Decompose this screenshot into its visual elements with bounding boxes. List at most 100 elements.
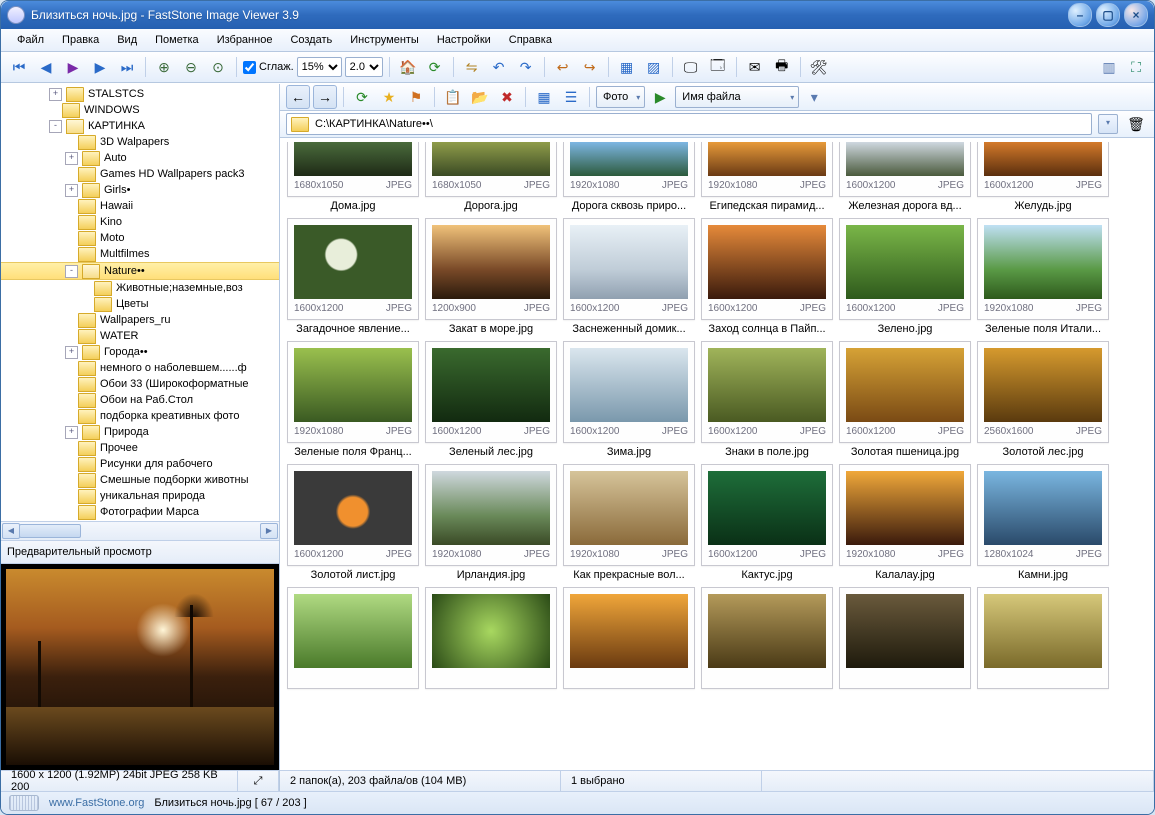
filter-go-icon[interactable]: ▶ [648, 85, 672, 109]
thumbnail[interactable]: 1920x1080JPEGИрландия.jpg [426, 464, 556, 581]
tree-node[interactable]: Смешные подборки животны [1, 472, 279, 488]
scroll-left-button[interactable]: ◀ [2, 523, 20, 539]
tree-node[interactable]: Цветы [1, 296, 279, 312]
favorite-icon[interactable]: ★ [377, 85, 401, 109]
expand-toggle[interactable]: - [65, 265, 78, 278]
thumbnail[interactable] [840, 587, 970, 692]
thumbnail[interactable]: 1600x1200JPEGЖелудь.jpg [978, 142, 1108, 212]
tree-node[interactable]: Moto [1, 230, 279, 246]
thumbnail[interactable]: 1920x1080JPEGДорога сквозь приро... [564, 142, 694, 212]
thumbnail[interactable] [702, 587, 832, 692]
sort-dir-icon[interactable]: ▾ [802, 85, 826, 109]
thumbnail[interactable]: 1920x1080JPEGКак прекрасные вол... [564, 464, 694, 581]
menu-Пометка[interactable]: Пометка [147, 32, 207, 48]
thumbnail[interactable]: 1680x1050JPEGДома.jpg [288, 142, 418, 212]
path-input[interactable] [313, 117, 1087, 131]
thumbnail[interactable]: 1600x1200JPEGЗолотая пшеница.jpg [840, 341, 970, 458]
tree-node[interactable]: +Auto [1, 150, 279, 166]
nav-fwd-button[interactable]: → [313, 85, 337, 109]
expand-toggle[interactable]: + [65, 346, 78, 359]
thumbnail[interactable]: 1920x1080JPEGКалалау.jpg [840, 464, 970, 581]
path-field[interactable] [286, 113, 1092, 135]
undo-icon[interactable]: ↩ [551, 55, 575, 79]
rotate-cw-icon[interactable]: ↷ [514, 55, 538, 79]
prev-button[interactable]: ◀ [34, 55, 58, 79]
refresh-icon[interactable]: ⟳ [423, 55, 447, 79]
tree-node[interactable]: -КАРТИНКА [1, 118, 279, 134]
move-to-icon[interactable]: 📂 [468, 85, 492, 109]
fullscreen-icon[interactable]: ⛶ [1124, 55, 1148, 79]
view-thumbs-icon[interactable]: ▦ [532, 85, 556, 109]
tree-node[interactable]: -Nature•• [1, 262, 279, 280]
thumbnail[interactable]: 1600x1200JPEGЗеленый лес.jpg [426, 341, 556, 458]
tree-node[interactable]: +STALSTCS [1, 86, 279, 102]
tree-node[interactable]: Прочее [1, 440, 279, 456]
thumbnail[interactable]: 1280x1024JPEGКамни.jpg [978, 464, 1108, 581]
thumbnail[interactable]: 1600x1200JPEGЗима.jpg [564, 341, 694, 458]
thumbnail[interactable]: 1600x1200JPEGЗелено.jpg [840, 218, 970, 335]
tree-node[interactable]: Multfilmes [1, 246, 279, 262]
thumbnail[interactable]: 1600x1200JPEGЗаснеженный домик... [564, 218, 694, 335]
grip-icon[interactable] [9, 795, 39, 811]
folder-tree[interactable]: +STALSTCSWINDOWS-КАРТИНКА3D Walpapers+Au… [1, 84, 279, 521]
gallery-icon[interactable]: 🗔 [706, 55, 730, 79]
minimize-button[interactable]: – [1068, 3, 1092, 27]
thumbnail-grid[interactable]: 1680x1050JPEGДома.jpg1680x1050JPEGДорога… [280, 138, 1154, 770]
thumbnail[interactable] [426, 587, 556, 692]
last-button[interactable]: ⏭ [115, 55, 139, 79]
tree-node[interactable]: WATER [1, 328, 279, 344]
tree-node[interactable]: +Города•• [1, 344, 279, 360]
tree-node[interactable]: Животные;наземные,воз [1, 280, 279, 296]
email-icon[interactable]: ✉ [743, 55, 767, 79]
thumbnail[interactable]: 1600x1200JPEGКактус.jpg [702, 464, 832, 581]
expand-toggle[interactable]: + [49, 88, 62, 101]
path-dropdown-button[interactable]: ▾ [1098, 114, 1118, 134]
home-icon[interactable]: 🏠 [396, 55, 420, 79]
maximize-button[interactable]: ▢ [1096, 3, 1120, 27]
tree-node[interactable]: +Природа [1, 424, 279, 440]
scroll-right-button[interactable]: ▶ [260, 523, 278, 539]
menu-Правка[interactable]: Правка [54, 32, 107, 48]
expand-preview-button[interactable]: ⤢ [238, 771, 279, 791]
settings-icon[interactable]: 🛠 [807, 55, 831, 79]
copy-to-icon[interactable]: 📋 [441, 85, 465, 109]
delete-icon[interactable]: ✖ [495, 85, 519, 109]
view-list-icon[interactable]: ☰ [559, 85, 583, 109]
thumbnail[interactable]: 1600x1200JPEGЗаход солнца в Пайп... [702, 218, 832, 335]
tree-node[interactable]: +Girls• [1, 182, 279, 198]
grid2-icon[interactable]: ▨ [642, 55, 666, 79]
zoom-out-button[interactable]: ⊖ [179, 55, 203, 79]
rotate-ccw-icon[interactable]: ↶ [487, 55, 511, 79]
redo-icon[interactable]: ↪ [578, 55, 602, 79]
menu-Файл[interactable]: Файл [9, 32, 52, 48]
thumbnail[interactable]: 1600x1200JPEGЖелезная дорога вд... [840, 142, 970, 212]
thumbnail[interactable]: 1680x1050JPEGДорога.jpg [426, 142, 556, 212]
tree-node[interactable]: Обои на Раб.Стол [1, 392, 279, 408]
thumbnail[interactable] [564, 587, 694, 692]
flip-h-icon[interactable]: ⇋ [460, 55, 484, 79]
filter-combo[interactable]: Фото [596, 86, 645, 108]
thumbnail[interactable]: 1920x1080JPEGЕгипедская пирамид... [702, 142, 832, 212]
expand-toggle[interactable]: + [65, 152, 78, 165]
tree-node[interactable]: Hawaii [1, 198, 279, 214]
first-button[interactable]: ⏮ [7, 55, 31, 79]
tree-node[interactable]: Wallpapers_ru [1, 312, 279, 328]
tree-node[interactable]: Обои 33 (Широкоформатные [1, 376, 279, 392]
close-button[interactable]: × [1124, 3, 1148, 27]
thumbnail[interactable]: 1920x1080JPEGЗеленые поля Франц... [288, 341, 418, 458]
tree-node[interactable]: немного о наболевшем......ф [1, 360, 279, 376]
zoom-in-button[interactable]: ⊕ [152, 55, 176, 79]
reload-icon[interactable]: ⟳ [350, 85, 374, 109]
site-link[interactable]: www.FastStone.org [49, 797, 144, 809]
thumbnail[interactable] [978, 587, 1108, 692]
tree-hscrollbar[interactable]: ◀ ▶ [1, 521, 279, 540]
menu-Инструменты[interactable]: Инструменты [342, 32, 427, 48]
zoom-percent-select[interactable]: 15% [297, 57, 342, 77]
thumbnail[interactable]: 1600x1200JPEGЗнаки в поле.jpg [702, 341, 832, 458]
next-button[interactable]: ▶ [88, 55, 112, 79]
play-button[interactable]: ▶ [61, 55, 85, 79]
tree-node[interactable]: Фотографии Марса [1, 504, 279, 520]
nav-back-button[interactable]: ← [286, 85, 310, 109]
tree-node[interactable]: 3D Walpapers [1, 134, 279, 150]
tree-node[interactable]: WINDOWS [1, 102, 279, 118]
